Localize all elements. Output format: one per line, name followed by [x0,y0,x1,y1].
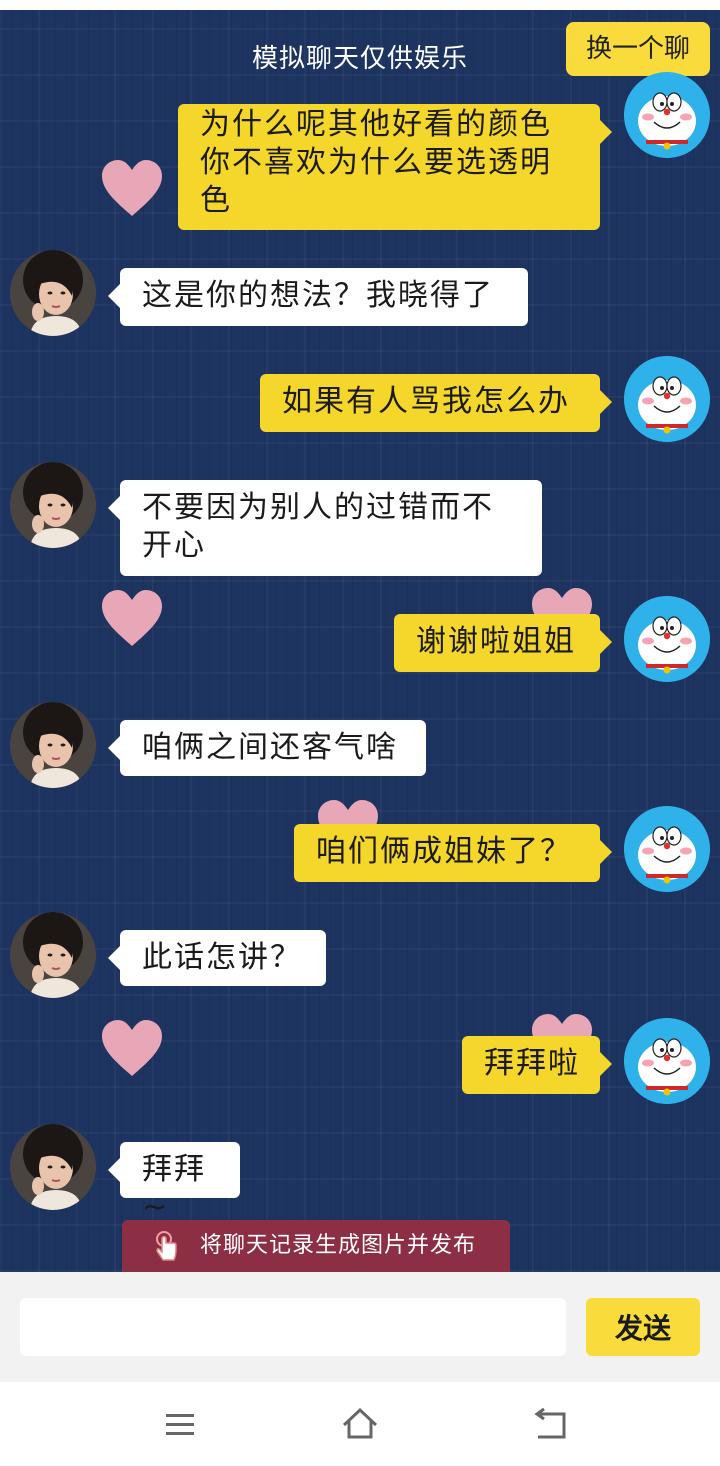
menu-icon[interactable] [160,1404,200,1444]
doraemon-avatar-icon[interactable] [624,356,710,442]
avatar[interactable] [10,702,96,788]
back-icon[interactable] [530,1404,570,1444]
message-text-line: 拜拜~ [142,1152,206,1225]
message-bubble-received: 不要因为别人的过错而不 开心 [108,480,542,576]
heart-icon [100,158,164,218]
message-text-line: 开心 [142,528,206,563]
message-text-line: 这是你的想法？我晓得了 [142,278,494,313]
message-bubble-sent: 咱们俩成姐妹了？ [294,824,612,882]
message-bubble-sent: 拜拜啦 [462,1036,612,1094]
doraemon-avatar-icon[interactable] [624,1018,710,1104]
doraemon-avatar-icon[interactable] [624,806,710,892]
message-text-line: 咱俩之间还客气啥 [142,730,398,765]
tap-hand-icon [152,1230,182,1264]
message-bubble-sent: 为什么呢其他好看的颜色 你不喜欢为什么要选透明 色 [178,104,612,230]
chat-area: 模拟聊天仅供娱乐 换一个聊 为什么呢其他好看的颜色 你不喜欢为什么要选透明 色 … [0,0,720,1272]
avatar[interactable] [10,250,96,336]
avatar[interactable] [10,1124,96,1210]
home-icon[interactable] [340,1404,380,1444]
doraemon-avatar-icon[interactable] [624,72,710,158]
message-text-line: 为什么呢其他好看的颜色 [200,107,552,142]
message-text-line: 如果有人骂我怎么办 [282,384,570,419]
send-button[interactable]: 发送 [586,1298,700,1356]
message-bubble-received: 此话怎讲？ [108,930,326,986]
message-bubble-received: 这是你的想法？我晓得了 [108,268,528,326]
message-text-line: 此话怎讲？ [142,940,302,975]
input-bar: 发送 [0,1272,720,1382]
message-text-line: 拜拜啦 [484,1046,580,1081]
system-nav-bar [0,1382,720,1466]
message-text-line: 咱们俩成姐妹了？ [316,834,572,869]
message-bubble-sent: 谢谢啦姐姐 [394,614,612,672]
switch-chat-button[interactable]: 换一个聊 [566,22,710,76]
avatar[interactable] [10,912,96,998]
message-text-line: 谢谢啦姐姐 [416,624,576,659]
publish-banner-label: 将聊天记录生成图片并发布 [200,1233,477,1258]
message-text-line: 你不喜欢为什么要选透明 [200,145,552,180]
message-bubble-received: 咱俩之间还客气啥 [108,720,426,776]
message-bubble-received: 拜拜~ [108,1142,240,1225]
doraemon-avatar-icon[interactable] [624,596,710,682]
message-text-line: 不要因为别人的过错而不 [142,490,494,525]
top-strip [0,0,720,10]
heart-icon [100,1018,164,1078]
message-bubble-sent: 如果有人骂我怎么办 [260,374,612,432]
avatar[interactable] [10,462,96,548]
message-text-line: 色 [200,183,232,218]
message-input[interactable] [20,1298,566,1356]
publish-chat-image-button[interactable]: 将聊天记录生成图片并发布 [122,1220,510,1272]
heart-icon [100,588,164,648]
